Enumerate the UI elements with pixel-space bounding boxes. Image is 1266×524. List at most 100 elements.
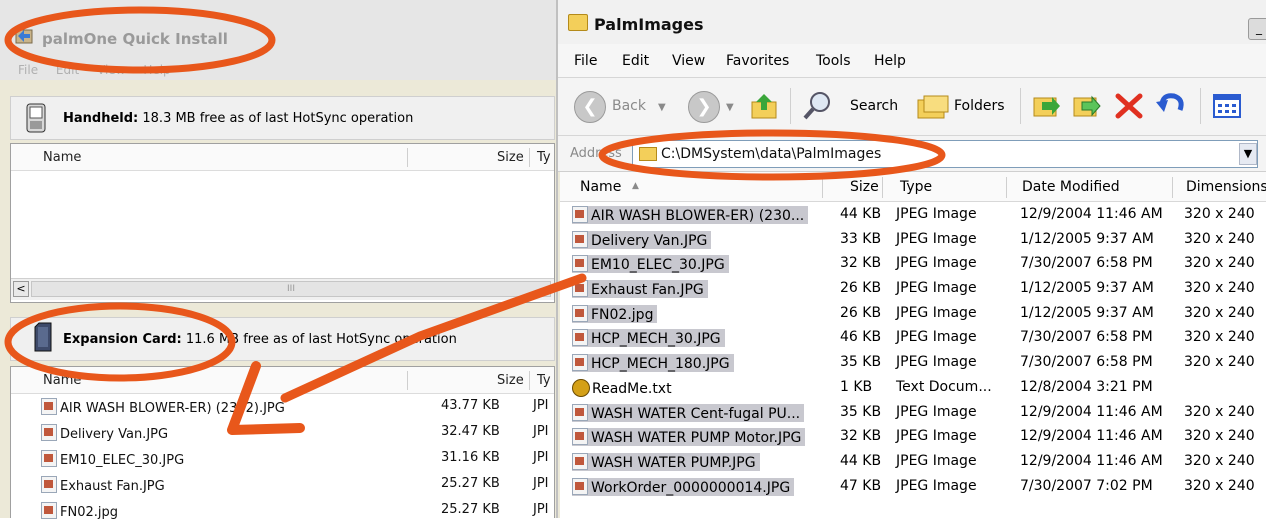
file-date-modified: 1/12/2005 9:37 AM (1020, 304, 1154, 321)
minimize-button[interactable]: _ (1248, 18, 1266, 40)
explorer-title-bar[interactable]: PalmImages _ (558, 0, 1266, 44)
file-date-modified: 7/30/2007 6:58 PM (1020, 354, 1153, 371)
folders-icon[interactable] (916, 92, 950, 120)
undo-icon[interactable] (1154, 90, 1186, 120)
jpg-file-icon (572, 280, 588, 298)
expansion-column-header: Name Size Ty (11, 367, 554, 394)
menu-tools[interactable]: Tools (816, 53, 851, 69)
column-name[interactable]: Name (43, 373, 81, 388)
file-name: HCP_MECH_30.JPG (591, 331, 721, 348)
scroll-thumb[interactable]: III (31, 281, 551, 297)
file-size: 35 KB (840, 354, 882, 371)
file-size: 32 KB (840, 255, 882, 272)
column-size[interactable]: Size (497, 150, 524, 165)
table-row[interactable]: Delivery Van.JPG 33 KB JPEG Image 1/12/2005… (560, 227, 1266, 252)
table-row[interactable]: WorkOrder_0000000014.JPG 47 KB JPEG Image 7… (560, 474, 1266, 499)
address-label: Address (570, 146, 622, 161)
menu-view[interactable]: View (97, 63, 125, 77)
address-folder-icon (639, 147, 657, 161)
sort-ascending-icon: ▲ (632, 181, 639, 191)
list-item[interactable]: Delivery Van.JPG 32.47 KB JPI (11, 420, 554, 446)
table-row[interactable]: FN02.jpg 26 KB JPEG Image 1/12/2005 9:37 AM… (560, 301, 1266, 326)
file-name: Exhaust Fan.JPG (60, 479, 165, 494)
jpg-file-icon (572, 452, 588, 470)
address-dropdown-icon[interactable]: ▼ (1239, 143, 1257, 165)
file-date-modified: 12/9/2004 11:46 AM (1020, 452, 1163, 469)
handheld-file-list[interactable]: Name Size Ty < III (10, 143, 555, 303)
address-input[interactable]: C:\DMSystem\data\PalmImages ▼ (632, 140, 1258, 168)
list-item[interactable]: AIR WASH BLOWER-ER) (2302).JPG 43.77 KB JP… (11, 394, 554, 420)
file-name: WASH WATER PUMP Motor.JPG (591, 430, 802, 447)
back-arrow-icon[interactable]: ❮ (574, 91, 606, 123)
list-item[interactable]: Exhaust Fan.JPG 25.27 KB JPI (11, 472, 554, 498)
expansion-card-icon (34, 322, 52, 352)
search-icon[interactable] (802, 90, 832, 122)
forward-arrow-icon[interactable]: ❯ (688, 91, 720, 123)
column-type[interactable]: Type (900, 179, 932, 195)
column-size[interactable]: Size (850, 179, 879, 195)
menu-edit[interactable]: Edit (56, 63, 79, 77)
menu-file[interactable]: File (574, 53, 597, 69)
menu-file[interactable]: File (18, 63, 38, 77)
horizontal-scrollbar[interactable]: < III (11, 278, 554, 300)
list-item[interactable]: EM10_ELEC_30.JPG 31.16 KB JPI (11, 446, 554, 472)
column-type[interactable]: Ty (537, 373, 551, 388)
menu-help[interactable]: Help (143, 63, 170, 77)
folder-up-icon[interactable] (748, 90, 780, 122)
views-icon[interactable] (1212, 92, 1242, 120)
delete-icon[interactable] (1114, 92, 1144, 120)
table-row[interactable]: WASH WATER Cent-fugal PU... 35 KB JPEG Ima… (560, 400, 1266, 425)
move-to-icon[interactable] (1032, 90, 1062, 122)
column-name[interactable]: Name (580, 179, 621, 195)
back-button-label[interactable]: Back (612, 98, 646, 114)
address-bar: Address C:\DMSystem\data\PalmImages ▼ (558, 136, 1266, 172)
file-date-modified: 12/8/2004 3:21 PM (1020, 378, 1153, 395)
file-name: EM10_ELEC_30.JPG (60, 453, 185, 468)
table-row[interactable]: WASH WATER PUMP Motor.JPG 32 KB JPEG Image… (560, 424, 1266, 449)
file-type: JPEG Image (896, 304, 977, 321)
table-row[interactable]: HCP_MECH_30.JPG 46 KB JPEG Image 7/30/2007 … (560, 325, 1266, 350)
handheld-label: Handheld: (63, 111, 139, 126)
file-size: 25.27 KB (441, 502, 500, 517)
file-name: WorkOrder_0000000014.JPG (591, 479, 791, 496)
quick-install-title-bar[interactable]: palmOne Quick Install File Edit View Hel… (0, 0, 560, 80)
column-dimensions[interactable]: Dimensions (1186, 179, 1266, 195)
explorer-file-list[interactable]: Name ▲ Size Type Date Modified Dimension… (560, 172, 1266, 518)
scroll-left-button[interactable]: < (13, 281, 29, 297)
table-row[interactable]: WASH WATER PUMP.JPG 44 KB JPEG Image 12/9/2… (560, 449, 1266, 474)
text-editor-icon (572, 378, 590, 397)
file-date-modified: 7/30/2007 6:58 PM (1020, 329, 1153, 346)
file-type: JPEG Image (896, 477, 977, 494)
menu-view[interactable]: View (672, 53, 705, 69)
column-date-modified[interactable]: Date Modified (1022, 179, 1120, 195)
handheld-header: Handheld: 18.3 MB free as of last HotSyn… (10, 96, 555, 140)
file-name: AIR WASH BLOWER-ER) (230... (591, 208, 805, 224)
file-name: AIR WASH BLOWER-ER) (2302).JPG (60, 401, 285, 416)
column-name[interactable]: Name (43, 150, 81, 165)
jpg-file-icon (572, 206, 588, 223)
column-size[interactable]: Size (497, 373, 524, 388)
quick-install-title: palmOne Quick Install (42, 30, 228, 48)
column-type[interactable]: Ty (537, 150, 551, 165)
file-name: WASH WATER PUMP.JPG (591, 454, 756, 471)
menu-edit[interactable]: Edit (622, 53, 649, 69)
folders-button-label[interactable]: Folders (954, 98, 1005, 114)
back-dropdown-icon[interactable]: ▼ (658, 102, 666, 113)
menu-favorites[interactable]: Favorites (726, 53, 789, 69)
menu-help[interactable]: Help (874, 53, 906, 69)
expansion-file-list[interactable]: Name Size Ty AIR WASH BLOWER-ER) (2302).… (10, 366, 555, 520)
file-name: FN02.jpg (591, 306, 654, 323)
table-row[interactable]: AIR WASH BLOWER-ER) (230... 44 KB JPEG Ima… (560, 202, 1266, 227)
table-row[interactable]: HCP_MECH_180.JPG 35 KB JPEG Image 7/30/2007… (560, 350, 1266, 375)
search-button-label[interactable]: Search (850, 98, 898, 114)
file-type: JPI (533, 424, 549, 439)
table-row[interactable]: Exhaust Fan.JPG 26 KB JPEG Image 1/12/2005 … (560, 276, 1266, 301)
file-type: JPEG Image (896, 403, 977, 420)
jpg-file-icon (572, 354, 588, 372)
table-row[interactable]: EM10_ELEC_30.JPG 32 KB JPEG Image 7/30/2007… (560, 251, 1266, 276)
file-type: JPEG Image (896, 230, 977, 247)
table-row[interactable]: ReadMe.txt 1 KB Text Docum... 12/8/2004 3:2… (560, 375, 1266, 400)
forward-dropdown-icon[interactable]: ▼ (726, 102, 734, 113)
copy-to-icon[interactable] (1072, 90, 1102, 122)
list-item[interactable]: FN02.jpg 25.27 KB JPI (11, 498, 554, 524)
